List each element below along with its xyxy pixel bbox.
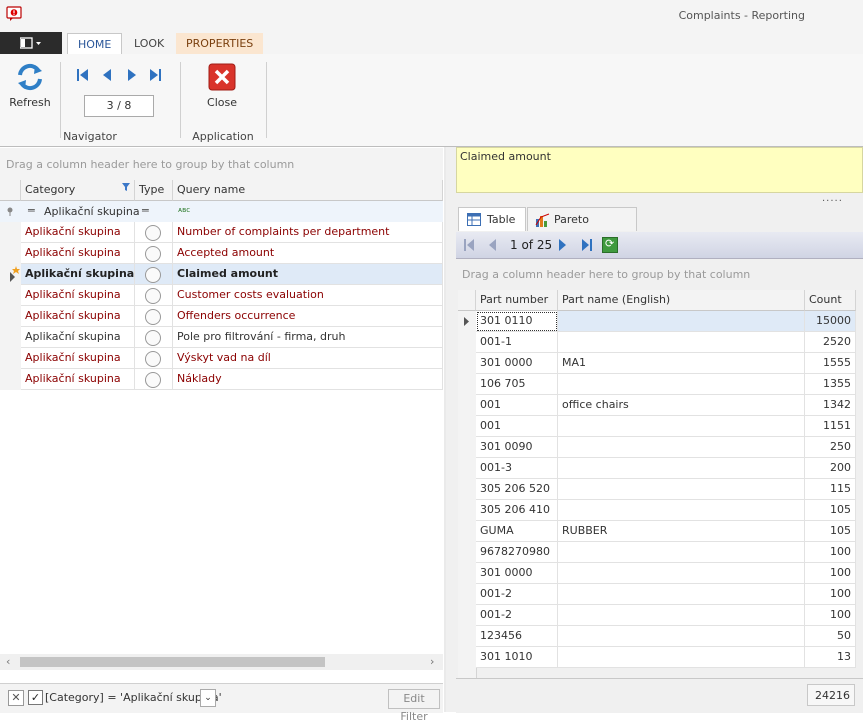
part-number-cell[interactable]: 301 0090 — [476, 437, 558, 458]
count-cell[interactable]: 50 — [805, 626, 856, 647]
part-number-cell[interactable]: 001-1 — [476, 332, 558, 353]
table-row[interactable]: 9678270980 100 — [476, 542, 856, 563]
table-row[interactable]: 001-2 100 — [476, 584, 856, 605]
part-name-cell[interactable] — [558, 332, 805, 353]
part-name-cell[interactable] — [558, 311, 805, 332]
part-name-cell[interactable]: MA1 — [558, 353, 805, 374]
part-number-cell[interactable]: 9678270980 — [476, 542, 558, 563]
part-number-cell[interactable]: 301 0000 — [476, 563, 558, 584]
filter-panel: ✕ ✓ [Category] = 'Aplikační skupina' ⌄ E… — [0, 683, 443, 723]
part-number-cell[interactable]: 001-2 — [476, 605, 558, 626]
part-number-cell[interactable]: 001-3 — [476, 458, 558, 479]
edit-filter-button[interactable]: Edit Filter — [388, 689, 440, 723]
part-number-cell[interactable]: 106 705 — [476, 374, 558, 395]
table-row[interactable]: 123456 50 — [476, 626, 856, 647]
part-name-cell[interactable] — [558, 563, 805, 584]
count-cell[interactable]: 100 — [805, 542, 856, 563]
part-name-cell[interactable] — [558, 416, 805, 437]
filter-enabled-checkbox[interactable]: ✓ — [28, 690, 43, 705]
part-name-cell[interactable] — [558, 500, 805, 521]
count-cell[interactable]: 105 — [805, 521, 856, 542]
part-number-cell[interactable]: GUMA — [476, 521, 558, 542]
count-cell[interactable]: 1555 — [805, 353, 856, 374]
count-cell[interactable]: 100 — [805, 563, 856, 584]
clear-filter-icon[interactable]: ✕ — [8, 690, 24, 706]
part-name-cell[interactable]: RUBBER — [558, 521, 805, 542]
part-number-cell[interactable]: 001 — [476, 416, 558, 437]
table-row[interactable]: 301 0000 100 — [476, 563, 856, 584]
part-number-cell[interactable]: 123456 — [476, 626, 558, 647]
count-cell[interactable]: 2520 — [805, 332, 856, 353]
count-cell[interactable]: 100 — [805, 605, 856, 626]
table-row[interactable]: 001-3 200 — [476, 458, 856, 479]
part-name-cell[interactable] — [558, 458, 805, 479]
count-cell[interactable]: 105 — [805, 500, 856, 521]
part-name-cell[interactable] — [558, 626, 805, 647]
part-number-cell[interactable]: 001 — [476, 395, 558, 416]
part-number-cell[interactable]: 305 206 410 — [476, 500, 558, 521]
table-row[interactable]: 001-2 100 — [476, 605, 856, 626]
count-cell[interactable]: 1342 — [805, 395, 856, 416]
table-row[interactable]: 301 0090 250 — [476, 437, 856, 458]
count-cell[interactable]: 250 — [805, 437, 856, 458]
part-name-cell[interactable] — [558, 374, 805, 395]
count-cell[interactable]: 15000 — [805, 311, 856, 332]
results-footer: 24216 — [456, 678, 863, 713]
filter-expression[interactable]: [Category] = 'Aplikační skupina' — [45, 691, 222, 704]
count-cell[interactable]: 200 — [805, 458, 856, 479]
table-row[interactable]: 001 office chairs 1342 — [476, 395, 856, 416]
table-row[interactable]: 305 206 520 115 — [476, 479, 856, 500]
part-number-cell[interactable]: 305 206 520 — [476, 479, 558, 500]
part-name-cell[interactable] — [558, 542, 805, 563]
count-cell[interactable]: 1355 — [805, 374, 856, 395]
part-number-cell[interactable]: 001-2 — [476, 584, 558, 605]
part-name-cell[interactable] — [558, 584, 805, 605]
part-number-cell[interactable]: 301 0110 — [476, 311, 558, 332]
part-name-cell[interactable] — [558, 605, 805, 626]
count-total: 24216 — [807, 684, 855, 706]
table-row[interactable]: 301 1010 13 — [476, 647, 856, 668]
part-name-cell[interactable] — [558, 437, 805, 458]
count-cell[interactable]: 13 — [805, 647, 856, 668]
table-row[interactable]: 001 1151 — [476, 416, 856, 437]
table-row[interactable]: 001-1 2520 — [476, 332, 856, 353]
table-row[interactable]: GUMA RUBBER 105 — [476, 521, 856, 542]
count-cell[interactable]: 115 — [805, 479, 856, 500]
part-number-cell[interactable]: 301 0000 — [476, 353, 558, 374]
count-cell[interactable]: 1151 — [805, 416, 856, 437]
table-row[interactable]: 106 705 1355 — [476, 374, 856, 395]
part-name-cell[interactable] — [558, 647, 805, 668]
table-row[interactable]: 305 206 410 105 — [476, 500, 856, 521]
result-rows: 301 0110 15000 001-1 2520 301 0000 MA1 1555 106… — [0, 0, 863, 678]
filter-history-dropdown-icon[interactable]: ⌄ — [200, 689, 216, 707]
count-cell[interactable]: 100 — [805, 584, 856, 605]
table-row[interactable]: 301 0110 15000 — [476, 311, 856, 332]
part-name-cell[interactable] — [558, 479, 805, 500]
part-name-cell[interactable]: office chairs — [558, 395, 805, 416]
table-row[interactable]: 301 0000 MA1 1555 — [476, 353, 856, 374]
part-number-cell[interactable]: 301 1010 — [476, 647, 558, 668]
